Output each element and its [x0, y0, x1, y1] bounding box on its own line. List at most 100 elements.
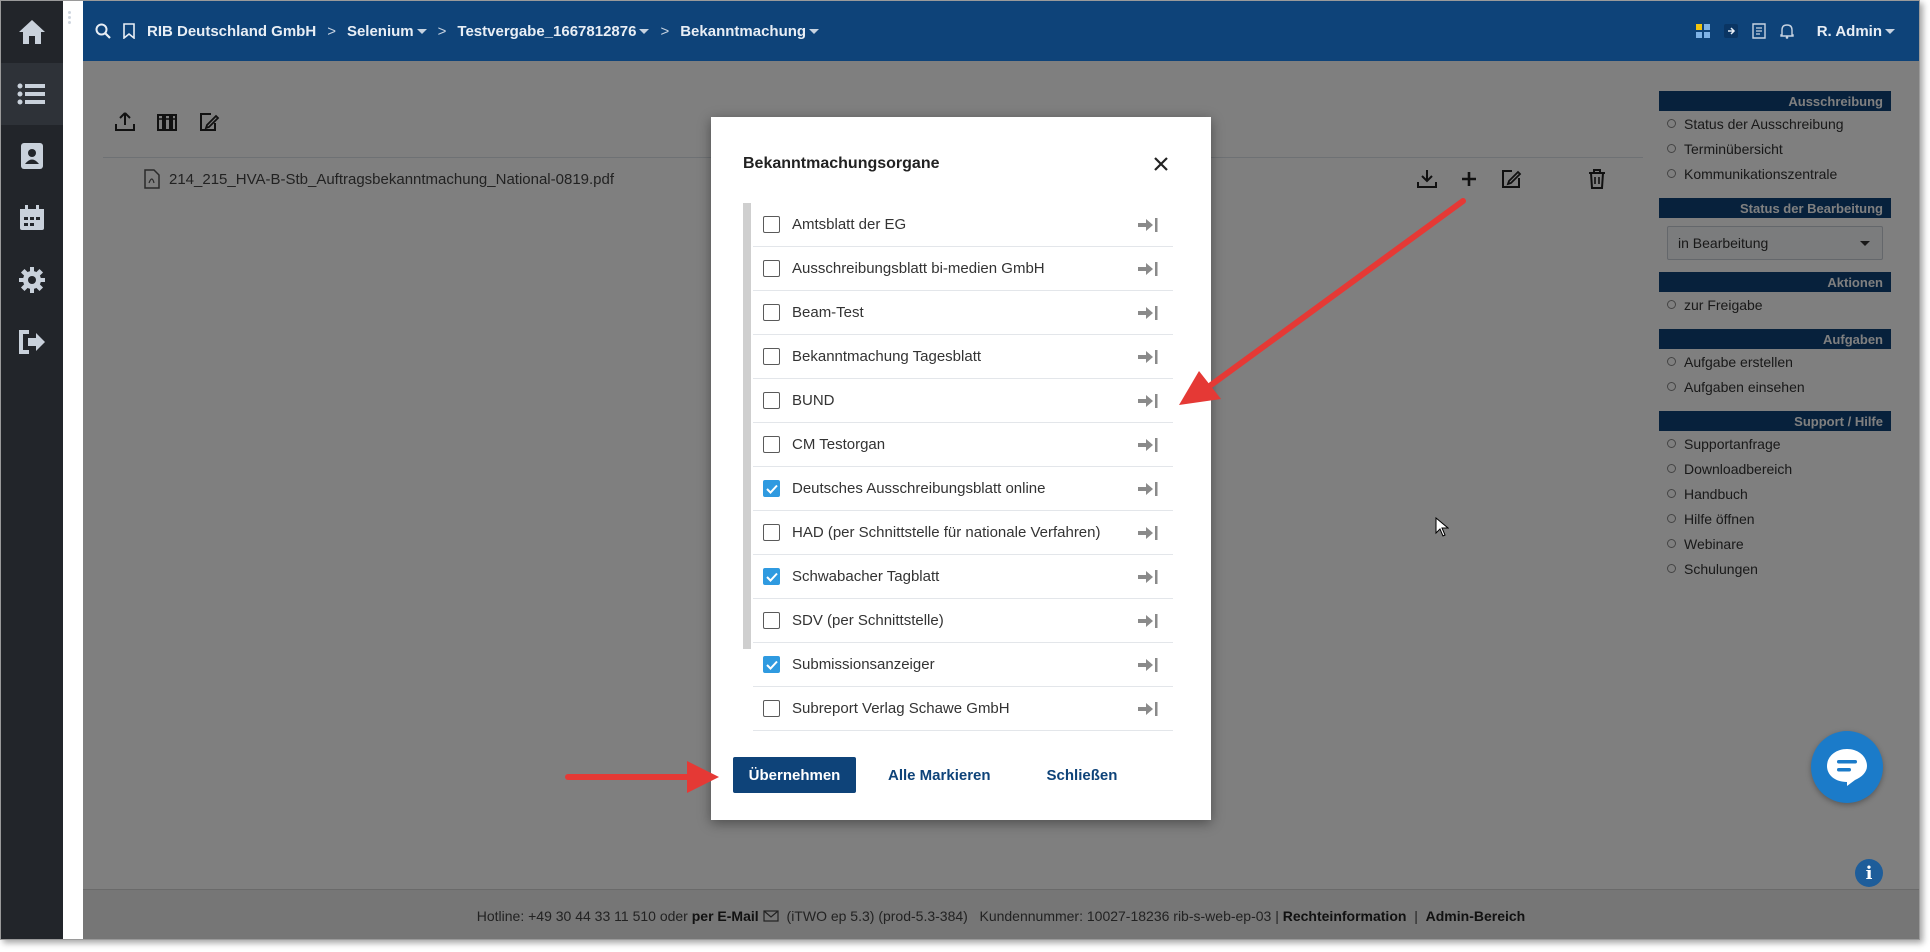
organ-row[interactable]: Subreport Verlag Schawe GmbH [753, 687, 1173, 731]
top-right-actions: R. Admin [1689, 1, 1919, 61]
publication-organs-dialog: Bekanntmachungsorgane Amtsblatt der EG Au… [711, 117, 1211, 820]
info-button[interactable]: i [1855, 859, 1883, 887]
organ-checkbox[interactable] [763, 612, 780, 629]
chevron-down-icon [1885, 29, 1895, 35]
drag-handle-icon[interactable] [68, 11, 72, 27]
organ-checkbox[interactable] [763, 260, 780, 277]
shortcut-icon [1723, 24, 1738, 38]
assign-arrow-icon[interactable] [1137, 657, 1159, 673]
app-window: 214_215_HVA-B-Stb_Auftragsbekanntmachung… [0, 0, 1920, 940]
organ-checkbox[interactable] [763, 568, 780, 585]
nav-settings[interactable] [1, 249, 63, 311]
user-menu[interactable]: R. Admin [1817, 23, 1895, 40]
organ-rows: Amtsblatt der EG Ausschreibungsblatt bi-m… [753, 203, 1173, 731]
organ-checkbox[interactable] [763, 436, 780, 453]
organ-label: HAD (per Schnittstelle für nationale Ver… [792, 524, 1101, 541]
organ-label: SDV (per Schnittstelle) [792, 612, 944, 629]
organ-label: Ausschreibungsblatt bi-medien GmbH [792, 260, 1045, 277]
organ-row[interactable]: Ausschreibungsblatt bi-medien GmbH [753, 247, 1173, 291]
breadcrumb-project[interactable]: Selenium [347, 23, 414, 40]
organ-checkbox[interactable] [763, 348, 780, 365]
organ-row[interactable]: Deutsches Ausschreibungsblatt online [753, 467, 1173, 511]
list-icon [17, 83, 45, 105]
organ-label: CM Testorgan [792, 436, 886, 453]
breadcrumb: RIB Deutschland GmbH > Selenium > Testve… [95, 1, 820, 61]
assign-arrow-icon[interactable] [1137, 217, 1159, 233]
organ-label: Amtsblatt der EG [792, 216, 907, 233]
dialog-footer: Übernehmen Alle Markieren Schließen [733, 757, 1117, 793]
notes-icon [1752, 23, 1766, 39]
assign-arrow-icon[interactable] [1137, 393, 1159, 409]
organ-checkbox[interactable] [763, 304, 780, 321]
organ-label: Subreport Verlag Schawe GmbH [792, 700, 1010, 717]
calendar-icon [20, 205, 44, 230]
assign-arrow-icon[interactable] [1137, 525, 1159, 541]
gear-icon [19, 267, 45, 293]
apps-icon [1695, 24, 1710, 38]
chat-icon [1827, 749, 1867, 786]
organ-row[interactable]: Schwabacher Tagblatt [753, 555, 1173, 599]
checkmark-icon [765, 484, 778, 494]
nav-list[interactable] [1, 63, 63, 125]
breadcrumb-page[interactable]: Bekanntmachung [680, 23, 806, 40]
assign-arrow-icon[interactable] [1137, 613, 1159, 629]
close-dialog-button[interactable]: Schließen [1047, 767, 1118, 784]
scrollbar[interactable] [743, 203, 751, 649]
assign-arrow-icon[interactable] [1137, 261, 1159, 277]
organ-label: Bekanntmachung Tagesblatt [792, 348, 982, 365]
chat-button[interactable] [1811, 731, 1883, 803]
chevron-down-icon[interactable] [639, 28, 650, 34]
assign-arrow-icon[interactable] [1137, 569, 1159, 585]
organ-checkbox[interactable] [763, 480, 780, 497]
breadcrumb-tender[interactable]: Testvergabe_1667812876 [457, 23, 636, 40]
bookmark-icon[interactable] [123, 23, 135, 39]
checkmark-icon [765, 660, 778, 670]
nav-logout[interactable] [1, 311, 63, 373]
notes-button[interactable] [1745, 1, 1773, 61]
close-button[interactable] [1147, 150, 1175, 178]
bell-icon [1780, 24, 1794, 39]
organ-checkbox[interactable] [763, 700, 780, 717]
breadcrumb-separator-icon: > [437, 22, 447, 40]
chevron-down-icon[interactable] [416, 28, 427, 34]
info-icon: i [1865, 862, 1873, 884]
organ-row[interactable]: SDV (per Schnittstelle) [753, 599, 1173, 643]
organ-checkbox[interactable] [763, 524, 780, 541]
organ-checkbox[interactable] [763, 216, 780, 233]
assign-arrow-icon[interactable] [1137, 349, 1159, 365]
left-nav [1, 1, 63, 939]
breadcrumb-company[interactable]: RIB Deutschland GmbH [147, 23, 316, 40]
organ-checkbox[interactable] [763, 392, 780, 409]
organ-label: Schwabacher Tagblatt [792, 568, 940, 585]
assign-arrow-icon[interactable] [1137, 305, 1159, 321]
mark-all-button[interactable]: Alle Markieren [888, 767, 991, 784]
assign-arrow-icon[interactable] [1137, 437, 1159, 453]
organ-row[interactable]: Amtsblatt der EG [753, 203, 1173, 247]
nav-contacts[interactable] [1, 125, 63, 187]
apply-button[interactable]: Übernehmen [733, 757, 856, 793]
apps-button[interactable] [1689, 1, 1717, 61]
shortcut-button[interactable] [1717, 1, 1745, 61]
dialog-title: Bekanntmachungsorgane [743, 155, 940, 172]
close-icon [1154, 157, 1168, 171]
assign-arrow-icon[interactable] [1137, 481, 1159, 497]
organ-row[interactable]: Bekanntmachung Tagesblatt [753, 335, 1173, 379]
organ-row[interactable]: Beam-Test [753, 291, 1173, 335]
organ-checkbox[interactable] [763, 656, 780, 673]
checkmark-icon [765, 572, 778, 582]
organ-row[interactable]: HAD (per Schnittstelle für nationale Ver… [753, 511, 1173, 555]
organ-row[interactable]: Submissionsanzeiger [753, 643, 1173, 687]
organ-label: Deutsches Ausschreibungsblatt online [792, 480, 1046, 497]
organ-row[interactable]: BUND [753, 379, 1173, 423]
organ-label: BUND [792, 392, 835, 409]
top-bar: RIB Deutschland GmbH > Selenium > Testve… [83, 1, 1919, 61]
breadcrumb-separator-icon: > [327, 22, 336, 40]
search-icon[interactable] [95, 23, 111, 39]
chevron-down-icon[interactable] [809, 28, 820, 34]
notifications-button[interactable] [1773, 1, 1801, 61]
organ-row[interactable]: CM Testorgan [753, 423, 1173, 467]
nav-home[interactable] [1, 1, 63, 63]
organ-label: Submissionsanzeiger [792, 656, 935, 673]
assign-arrow-icon[interactable] [1137, 701, 1159, 717]
nav-calendar[interactable] [1, 187, 63, 249]
